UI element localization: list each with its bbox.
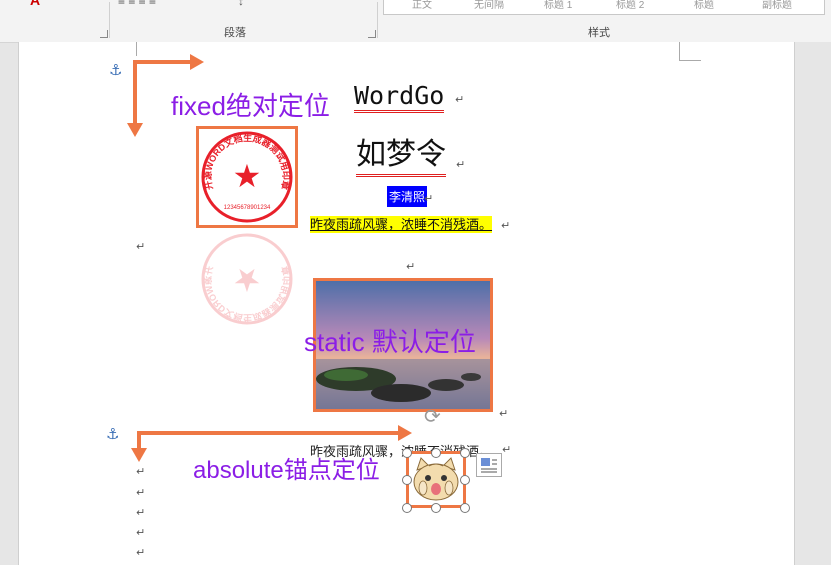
paragraph-mark: ↵ <box>502 444 512 456</box>
margin-corner-marker <box>679 42 680 60</box>
style-gallery[interactable]: 正文 无间隔 标题 1 标题 2 标题 副标题 <box>383 0 825 15</box>
paragraph-mark: ↵ <box>499 408 509 420</box>
rotate-handle-icon[interactable]: ⟳ <box>424 404 441 429</box>
resize-handle[interactable] <box>431 448 441 458</box>
layout-options-button[interactable] <box>476 453 502 477</box>
absolute-arrow-vertical <box>137 431 141 449</box>
resize-handle[interactable] <box>402 503 412 513</box>
paragraph-mark: ↵ <box>455 94 465 106</box>
resize-handle[interactable] <box>460 475 470 485</box>
paragraph-mark: ↵ <box>136 241 146 253</box>
arrow-head <box>127 123 143 137</box>
paragraph-mark: ↵ <box>456 159 466 171</box>
poem-title[interactable]: 如梦令 <box>356 136 446 177</box>
margin-corner-marker <box>679 60 701 61</box>
resize-handle[interactable] <box>402 448 412 458</box>
absolute-annotation: absolute锚点定位 <box>193 457 380 484</box>
paragraph-mark: ↵ <box>136 507 146 519</box>
paragraph-mark: ↵ <box>424 193 434 205</box>
highlighted-poem-line[interactable]: 昨夜雨疏风骤，浓睡不消残酒。 <box>310 216 493 233</box>
anchor-icon[interactable]: ⚓ <box>106 425 119 443</box>
fixed-annotation: fixed绝对定位 <box>171 91 330 121</box>
style-item[interactable]: 标题 1 <box>544 0 572 11</box>
paragraph-mark: ↵ <box>136 527 146 539</box>
resize-handle[interactable] <box>460 503 470 513</box>
bullets-icon[interactable]: ≡ ≡ ≡ ≡ <box>118 0 156 8</box>
fixed-arrow-horizontal <box>133 60 191 64</box>
seal-number: 12345678901234 <box>224 205 271 211</box>
paragraph-group-label: 段落 <box>224 27 246 39</box>
resize-handle[interactable] <box>402 475 412 485</box>
margin-corner-marker <box>136 42 137 56</box>
style-item[interactable]: 标题 <box>694 0 714 11</box>
seal-reflection-image: 开源WORD文档生成器测试用印章 ★ <box>201 233 293 325</box>
style-item[interactable]: 正文 <box>412 0 432 11</box>
line-spacing-icon[interactable]: ↕ <box>238 0 244 8</box>
seal-frame[interactable]: 开源WORD文档生成器测试用印章 ★ 12345678901234 <box>196 126 298 228</box>
paragraph-mark: ↵ <box>406 261 416 273</box>
scroll-area <box>795 42 831 565</box>
paragraph-mark: ↵ <box>136 466 146 478</box>
style-item[interactable]: 无间隔 <box>474 0 504 11</box>
arrow-head <box>190 54 204 70</box>
absolute-arrow-horizontal <box>137 431 399 435</box>
layout-options-icon <box>481 458 497 473</box>
style-item[interactable]: 标题 2 <box>616 0 644 11</box>
ribbon: A ≡ ≡ ≡ ≡ ↕ 段落 正文 无间隔 标题 1 标题 2 标题 副标题 样… <box>0 0 831 43</box>
font-color-button[interactable]: A <box>30 0 40 8</box>
cat-sticker-image <box>413 457 459 501</box>
arrow-head <box>398 425 412 441</box>
paragraph-mark: ↵ <box>136 487 146 499</box>
paragraph-mark: ↵ <box>136 547 146 559</box>
anchor-icon[interactable]: ⚓ <box>109 61 122 79</box>
arrow-head <box>131 448 147 462</box>
resize-handle[interactable] <box>460 448 470 458</box>
author-name[interactable]: 李清照 <box>387 186 428 207</box>
seal-reflection: 开源WORD文档生成器测试用印章 ★ <box>196 228 298 330</box>
cat-sticker[interactable] <box>406 451 466 508</box>
paragraph-dialog-launcher[interactable] <box>368 30 376 38</box>
fixed-arrow-vertical <box>133 60 137 124</box>
resize-handle[interactable] <box>431 503 441 513</box>
seal-reflection-star-icon: ★ <box>233 262 262 298</box>
group-separator <box>377 2 378 38</box>
seal-star-icon: ★ <box>233 158 262 194</box>
document-title[interactable]: WordGo <box>354 82 445 113</box>
paragraph-mark: ↵ <box>501 220 511 232</box>
group-separator <box>109 2 110 38</box>
seal-image: 开源WORD文档生成器测试用印章 ★ 12345678901234 <box>201 131 293 223</box>
style-item[interactable]: 副标题 <box>762 0 792 11</box>
font-dialog-launcher[interactable] <box>100 30 108 38</box>
static-annotation: static 默认定位 <box>304 327 476 357</box>
styles-group-label: 样式 <box>588 27 610 39</box>
